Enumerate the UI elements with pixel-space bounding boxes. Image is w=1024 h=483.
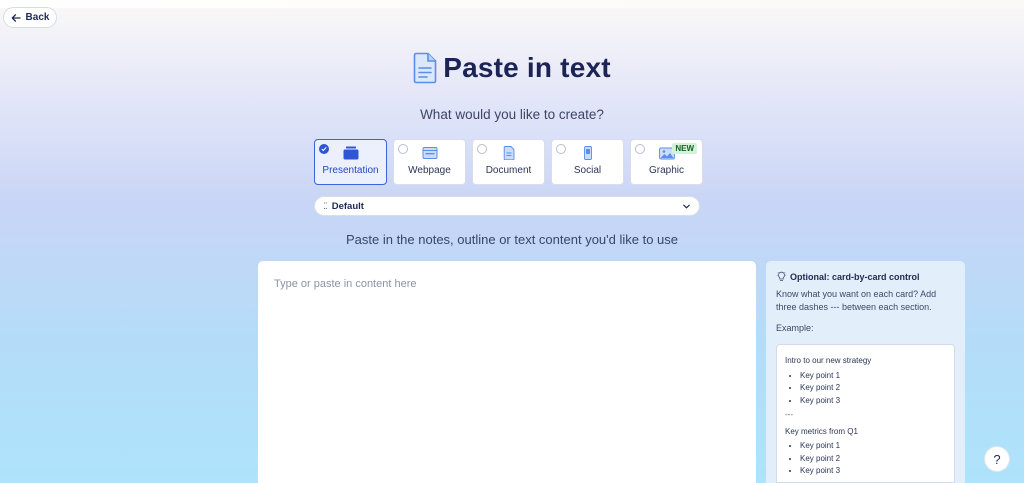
type-label: Social — [573, 165, 602, 176]
new-badge: NEW — [672, 143, 697, 154]
example-bullet-list: Key point 1 Key point 2 Key point 3 — [785, 440, 946, 478]
type-option-social[interactable]: Social — [551, 139, 624, 185]
radio-unchecked — [556, 144, 566, 154]
list-item: Key point 2 — [800, 453, 946, 466]
back-button[interactable]: Back — [3, 7, 57, 28]
grid-dots-icon: ⁚⁚ — [323, 200, 328, 211]
lightbulb-icon — [776, 271, 787, 281]
theme-value: Default — [331, 200, 364, 212]
content-input[interactable] — [258, 261, 756, 483]
webpage-icon — [422, 147, 437, 159]
chevron-down-icon — [683, 204, 690, 208]
example-bullet-list: Key point 1 Key point 2 Key point 3 — [785, 370, 946, 408]
type-label: Presentation — [322, 165, 379, 176]
radio-checked — [319, 144, 329, 154]
check-icon — [321, 147, 327, 152]
radio-unchecked — [398, 144, 408, 154]
type-option-webpage[interactable]: Webpage — [393, 139, 466, 185]
type-label: Document — [485, 165, 532, 176]
tip-description: Know what you want on each card? Add thr… — [776, 289, 937, 312]
list-item: Key point 1 — [800, 370, 946, 383]
type-option-presentation[interactable]: Presentation — [314, 139, 387, 185]
type-label: Graphic — [648, 165, 684, 176]
social-icon — [583, 146, 592, 160]
card-control-tip-panel: Optional: card-by-card control Know what… — [766, 261, 965, 483]
document-icon — [503, 146, 514, 160]
tip-title-row: Optional: card-by-card control — [776, 271, 955, 282]
tip-example-label: Example: — [776, 323, 814, 333]
page-subtitle: What would you like to create? — [420, 107, 604, 122]
theme-dropdown[interactable]: ⁚⁚ Default — [314, 196, 700, 216]
list-item: Key point 3 — [800, 465, 946, 478]
page-title: Paste in text — [443, 52, 611, 83]
help-button[interactable]: ? — [984, 446, 1010, 472]
top-bar — [0, 0, 1024, 8]
list-item: Key point 3 — [800, 395, 946, 408]
example-section-title: Intro to our new strategy — [785, 356, 872, 365]
type-option-graphic[interactable]: NEW Graphic — [630, 139, 703, 185]
arrow-left-icon — [11, 13, 21, 22]
page-header: Paste in text — [0, 50, 1024, 86]
example-box: Intro to our new strategy Key point 1 Ke… — [776, 344, 955, 483]
radio-unchecked — [477, 144, 487, 154]
document-icon — [413, 52, 437, 84]
help-label: ? — [993, 451, 1001, 467]
tip-title: Optional: card-by-card control — [790, 271, 920, 282]
example-section-title: Key metrics from Q1 — [785, 426, 858, 436]
type-option-document[interactable]: Document — [472, 139, 545, 185]
list-item: Key point 2 — [800, 382, 946, 395]
radio-unchecked — [635, 144, 645, 154]
example-separator: --- — [785, 410, 793, 419]
presentation-icon — [343, 146, 358, 160]
type-label: Webpage — [408, 165, 451, 176]
content-instructions: Paste in the notes, outline or text cont… — [345, 232, 679, 247]
content-type-selector: Presentation Webpage Document Social NEW — [314, 139, 703, 185]
list-item: Key point 1 — [800, 440, 946, 453]
back-label: Back — [25, 12, 50, 23]
